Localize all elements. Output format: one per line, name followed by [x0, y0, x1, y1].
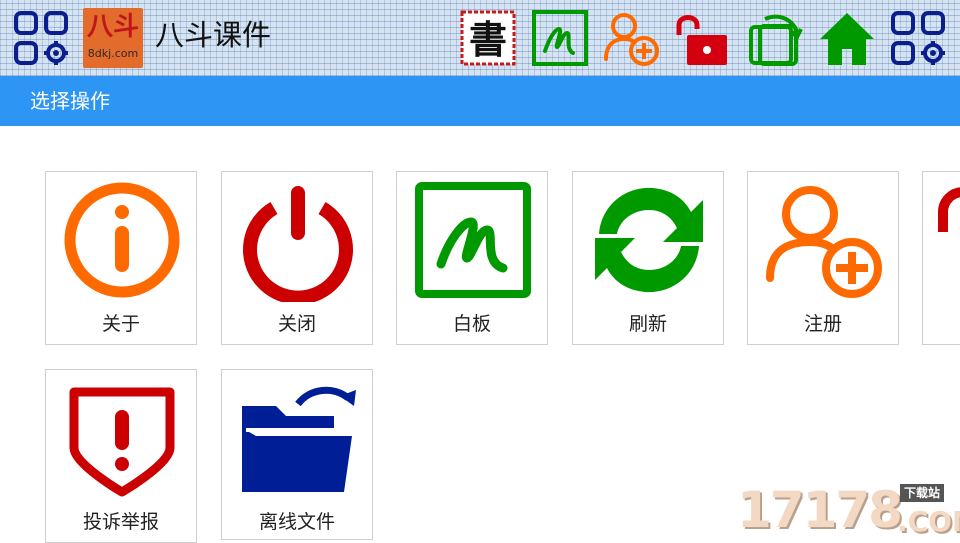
tile-label: 关于 [101, 313, 140, 335]
add-user-icon[interactable] [602, 9, 660, 67]
app-logo: 八斗 8dkj.com [83, 8, 143, 68]
power-icon [236, 178, 360, 302]
tile-label: 注册 [803, 313, 842, 335]
tile-label: 关闭 [277, 313, 316, 335]
watermark-number: 17178 [737, 481, 903, 539]
partial-tile-icon [938, 187, 960, 232]
info-icon [60, 178, 184, 302]
top-toolbar: 八斗 8dkj.com 八斗课件 書 [0, 0, 960, 76]
logo-main-text: 八斗 [86, 12, 139, 42]
tile-close[interactable]: 关闭 [221, 171, 373, 345]
menu-settings-icon[interactable] [12, 9, 70, 67]
tile-partial[interactable] [922, 171, 960, 345]
tile-label: 离线文件 [258, 511, 335, 533]
menu-settings-icon[interactable] [889, 9, 947, 67]
calligraphy-icon[interactable]: 書 [459, 9, 517, 67]
section-title: 选择操作 [30, 89, 110, 113]
whiteboard-icon [411, 178, 535, 302]
logo-domain-text: 8dkj.com [87, 47, 139, 60]
offline-folder-icon [236, 376, 360, 500]
app-title: 八斗课件 [155, 18, 272, 52]
add-user-icon [762, 178, 886, 302]
refresh-icon [587, 178, 711, 302]
watermark: 17178 下载站 .COM [737, 480, 960, 540]
report-shield-icon [60, 376, 184, 500]
svg-text:書: 書 [469, 17, 507, 62]
tile-report[interactable]: 投诉举报 [45, 369, 197, 543]
tile-label: 刷新 [628, 313, 667, 335]
unlock-icon[interactable] [673, 9, 731, 67]
tile-whiteboard[interactable]: 白板 [396, 171, 548, 345]
tile-offline-files[interactable]: 离线文件 [221, 369, 373, 540]
tile-label: 白板 [452, 313, 491, 335]
tile-register[interactable]: 注册 [747, 171, 899, 345]
whiteboard-icon[interactable] [531, 9, 589, 67]
rotate-screen-icon[interactable] [745, 9, 803, 67]
section-header: 选择操作 [0, 76, 960, 126]
watermark-tag: 下载站 [900, 484, 945, 502]
tile-refresh[interactable]: 刷新 [572, 171, 724, 345]
tile-about[interactable]: 关于 [45, 171, 197, 345]
home-icon[interactable] [818, 9, 876, 67]
tile-label: 投诉举报 [82, 511, 159, 533]
watermark-domain: .COM [897, 505, 960, 538]
